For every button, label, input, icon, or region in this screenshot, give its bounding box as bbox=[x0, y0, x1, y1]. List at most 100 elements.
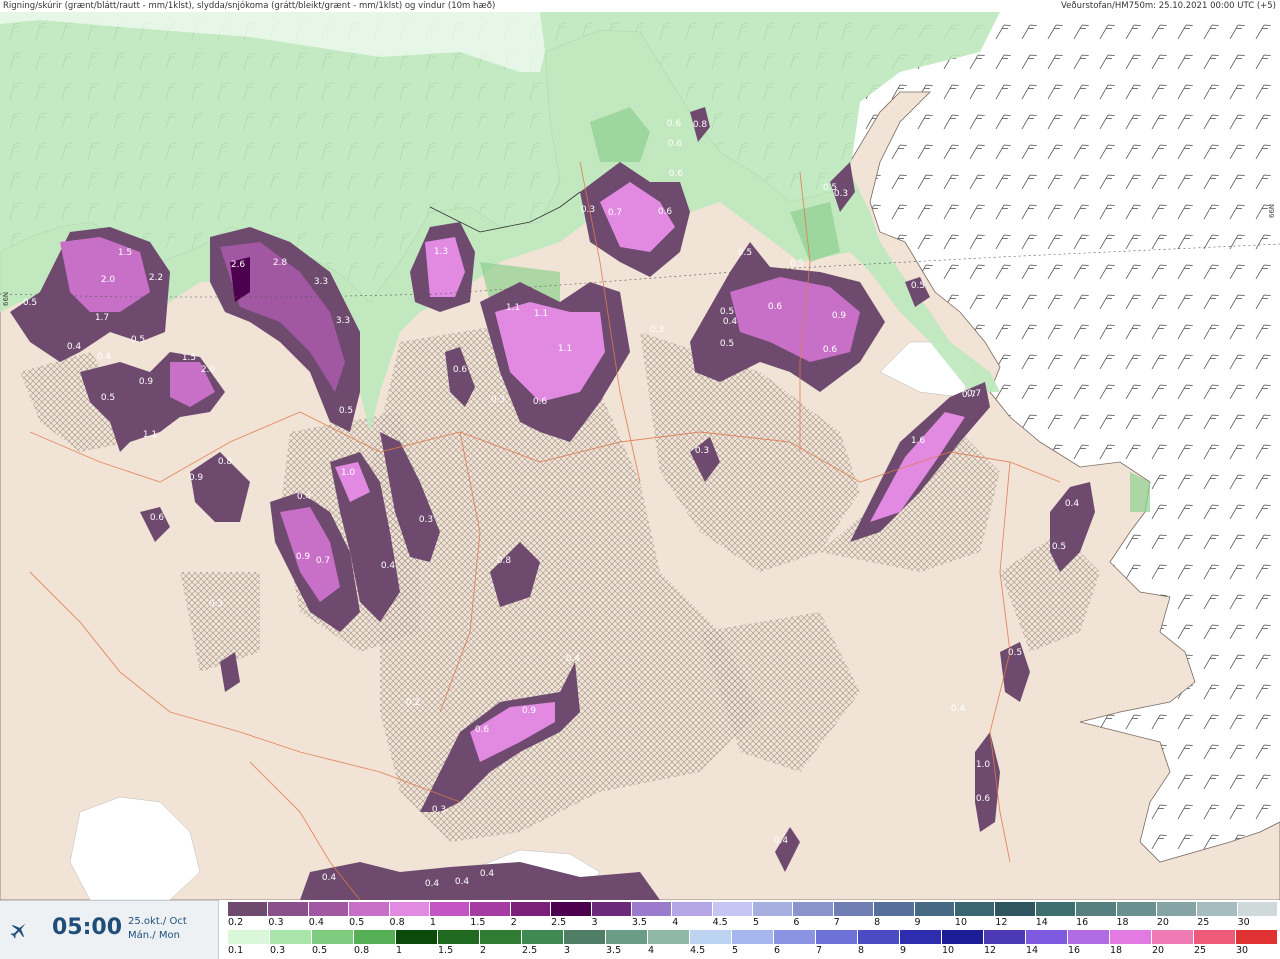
legend-tick-label: 2.5 bbox=[522, 945, 538, 956]
legend-tick-label: 3 bbox=[591, 917, 598, 928]
legend-color-cell bbox=[712, 902, 754, 916]
legend-tick-label: 10 bbox=[954, 917, 968, 928]
precip-value-label: 0.6 bbox=[668, 139, 683, 149]
legend-tick-label: 0.8 bbox=[354, 945, 370, 956]
precip-value-label: 0.9 bbox=[522, 706, 537, 716]
precip-value-label: 2.6 bbox=[231, 260, 246, 270]
legend-color-cell bbox=[438, 930, 480, 944]
legend-color-cell bbox=[1076, 902, 1117, 916]
legend-color-cell bbox=[470, 902, 511, 916]
precip-value-label: 2.2 bbox=[149, 273, 163, 283]
legend-tick-label: 1 bbox=[396, 945, 403, 956]
precip-value-label: 0.8 bbox=[693, 120, 708, 130]
legend-tick-label: 16 bbox=[1076, 917, 1089, 928]
legend-tick-label: 1 bbox=[429, 917, 436, 928]
precip-value-label: 0.4 bbox=[480, 869, 495, 879]
legend-color-cell bbox=[874, 902, 915, 916]
precip-value-label: 0.6 bbox=[667, 119, 682, 129]
legend-tick-label: 2.5 bbox=[551, 917, 567, 928]
forecast-date: 25.okt./ Oct bbox=[128, 916, 187, 927]
snow-color-scale bbox=[228, 902, 1279, 916]
precip-value-label: 1.0 bbox=[341, 468, 356, 478]
legend-tick-label: 30 bbox=[1237, 917, 1250, 928]
legend-color-cell bbox=[396, 930, 438, 944]
legend-color-cell bbox=[1068, 930, 1110, 944]
precip-value-label: 0.6 bbox=[150, 513, 165, 523]
legend-color-cell bbox=[753, 902, 794, 916]
legend-tick-label: 3 bbox=[564, 945, 571, 956]
legend-color-cell bbox=[672, 902, 713, 916]
legend-tick-label: 20 bbox=[1152, 945, 1165, 956]
latitude-label-left: 66N bbox=[2, 291, 10, 306]
legend-color-cell bbox=[228, 902, 269, 916]
legend-tick-label: 8 bbox=[874, 917, 881, 928]
legend-color-cell bbox=[268, 902, 309, 916]
legend-tick-label: 6 bbox=[793, 917, 800, 928]
legend-color-cell bbox=[510, 902, 552, 916]
precip-value-label: 0.9 bbox=[832, 311, 847, 321]
legend-color-cell bbox=[606, 930, 648, 944]
precip-value-label: 0.3 bbox=[209, 599, 223, 609]
legend-color-cell bbox=[955, 902, 996, 916]
legend-color-cell bbox=[308, 902, 350, 916]
precip-value-label: 0.4 bbox=[97, 352, 112, 362]
legend-color-cell bbox=[858, 930, 900, 944]
legend-tick-label: 0.5 bbox=[349, 917, 365, 928]
legend-color-cell bbox=[690, 930, 732, 944]
precip-value-label: 0.6 bbox=[768, 302, 783, 312]
legend-tick-label: 0.3 bbox=[270, 945, 286, 956]
precip-value-label: 0.4 bbox=[297, 492, 312, 502]
precip-value-label: 0.4 bbox=[723, 317, 738, 327]
precip-value-label: 0.5 bbox=[1052, 542, 1066, 552]
precip-value-label: 0.4 bbox=[1065, 499, 1080, 509]
precip-value-label: 0.6 bbox=[976, 794, 991, 804]
precip-value-label: 0.5 bbox=[23, 298, 37, 308]
legend-tick-label: 30 bbox=[1236, 945, 1249, 956]
precip-value-label: 0.7 bbox=[316, 556, 330, 566]
legend-color-cell bbox=[1197, 902, 1238, 916]
color-legend: 0.2 0.3 0.4 0.5 0.8 1 1.5 2 2.5 3 3.5 4 4.5 5 6 7 8 9 10 12… bbox=[228, 900, 1280, 958]
legend-color-cell bbox=[1035, 902, 1077, 916]
precip-value-label: 0.5 bbox=[911, 281, 925, 291]
legend-tick-label: 1.5 bbox=[470, 917, 486, 928]
legend-tick-label: 14 bbox=[1035, 917, 1048, 928]
legend-color-cell bbox=[522, 930, 564, 944]
precip-value-label: 0.5 bbox=[101, 393, 115, 403]
precip-value-label: 0.6 bbox=[453, 365, 468, 375]
precip-value-label: 0.5 bbox=[823, 183, 837, 193]
legend-tick-label: 0.3 bbox=[268, 917, 284, 928]
precip-value-label: 0.3 bbox=[491, 395, 505, 405]
precip-value-label: 1.7 bbox=[95, 313, 109, 323]
legend-color-cell bbox=[1152, 930, 1194, 944]
legend-tick-label: 25 bbox=[1194, 945, 1207, 956]
precip-value-label: 1.3 bbox=[434, 247, 448, 257]
precip-value-label: 0.2 bbox=[406, 698, 420, 708]
precip-value-label: 0.5 bbox=[738, 248, 752, 258]
precip-value-label: 0.4 bbox=[951, 704, 966, 714]
legend-tick-label: 12 bbox=[995, 917, 1008, 928]
legend-tick-label: 9 bbox=[914, 917, 921, 928]
legend-tick-label: 6 bbox=[774, 945, 781, 956]
legend-color-cell bbox=[1156, 902, 1198, 916]
legend-color-cell bbox=[732, 930, 774, 944]
legend-tick-label: 5 bbox=[732, 945, 739, 956]
legend-tick-label: 12 bbox=[984, 945, 997, 956]
legend-color-cell bbox=[793, 902, 834, 916]
precip-value-label: 2.0 bbox=[201, 365, 216, 375]
model-run-info: Veðurstofan/HM750m: 25.10.2021 00:00 UTC… bbox=[1061, 1, 1276, 11]
legend-color-cell bbox=[631, 902, 673, 916]
legend-tick-label: 3.5 bbox=[606, 945, 622, 956]
precip-value-label: 0.8 bbox=[497, 556, 512, 566]
legend-tick-label: 2 bbox=[480, 945, 487, 956]
legend-tick-label: 20 bbox=[1156, 917, 1169, 928]
legend-color-cell bbox=[349, 902, 390, 916]
snow-scale-ticks: 0.2 0.3 0.4 0.5 0.8 1 1.5 2 2.5 3 3.5 4 4.5 5 6 7 8 9 10 12… bbox=[228, 917, 1278, 929]
legend-tick-label: 10 bbox=[942, 945, 955, 956]
legend-tick-label: 0.5 bbox=[312, 945, 328, 956]
precip-value-label: 0.6 bbox=[658, 207, 673, 217]
forecast-time-box: 05:00 25.okt./ Oct Mán./ Mon bbox=[0, 900, 219, 959]
precip-value-label: 0.8 bbox=[218, 457, 233, 467]
legend-color-cell bbox=[551, 902, 592, 916]
legend-color-cell bbox=[354, 930, 396, 944]
legend-color-cell bbox=[1110, 930, 1152, 944]
